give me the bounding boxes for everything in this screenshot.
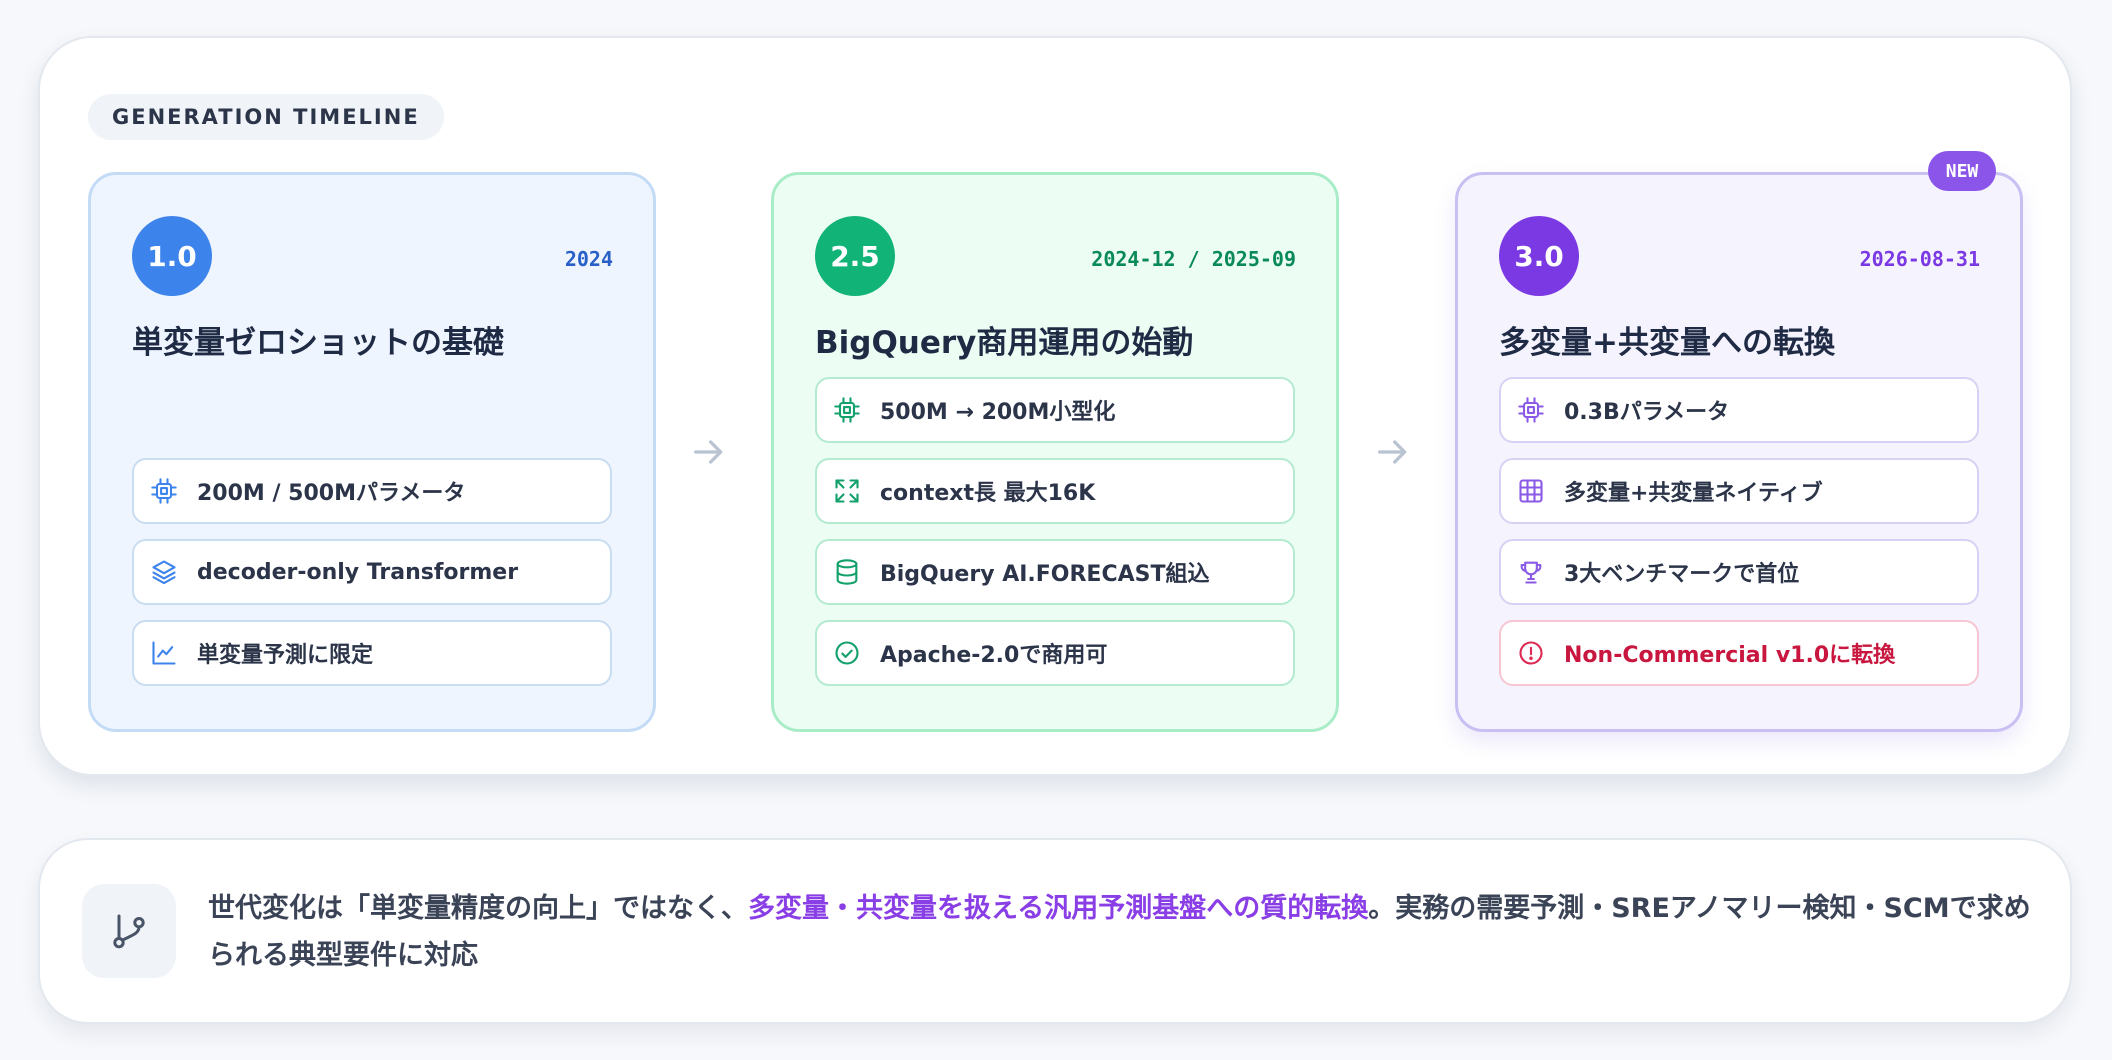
feature-label: 0.3Bパラメータ <box>1564 400 1730 425</box>
feature-item: decoder-only Transformer <box>132 539 612 605</box>
feature-item: 500M → 200M小型化 <box>815 377 1295 443</box>
generation-card-1-0: 1.0 2024 単変量ゼロショットの基礎 200M / 500Mパラメータ d… <box>88 172 656 732</box>
arrow-right-icon <box>1373 432 1413 472</box>
line-chart-icon <box>150 639 178 667</box>
card-title: BigQuery商用運用の始動 <box>815 325 1194 361</box>
new-badge: NEW <box>1928 151 1996 191</box>
git-branch-icon <box>82 884 176 978</box>
cpu-chip-icon <box>1517 396 1545 424</box>
summary-text: 世代変化は「単変量精度の向上」ではなく、多変量・共変量を扱える汎用予測基盤への質… <box>208 885 2048 979</box>
feature-item: Apache-2.0で商用可 <box>815 620 1295 686</box>
database-icon <box>833 558 861 586</box>
feature-label: Non-Commercial v1.0に転換 <box>1564 643 1896 668</box>
generation-card-3-0: 3.0 2026-08-31 多変量+共変量への転換 0.3Bパラメータ 多変量… <box>1455 172 2023 732</box>
feature-label: 多変量+共変量ネイティブ <box>1564 481 1823 506</box>
card-title: 多変量+共変量への転換 <box>1499 325 1835 361</box>
summary-highlight: 多変量・共変量を扱える汎用予測基盤への質的転換 <box>748 893 1369 924</box>
check-circle-icon <box>833 639 861 667</box>
expand-icon <box>833 477 861 505</box>
feature-item: 単変量予測に限定 <box>132 620 612 686</box>
card-title: 単変量ゼロショットの基礎 <box>132 325 504 361</box>
feature-label: Apache-2.0で商用可 <box>880 643 1108 668</box>
feature-item: 0.3Bパラメータ <box>1499 377 1979 443</box>
cpu-chip-icon <box>833 396 861 424</box>
feature-label: 200M / 500Mパラメータ <box>197 481 466 506</box>
version-badge: 1.0 <box>132 216 212 296</box>
version-badge: 3.0 <box>1499 216 1579 296</box>
feature-label: context長 最大16K <box>880 481 1096 506</box>
feature-item: 200M / 500Mパラメータ <box>132 458 612 524</box>
cpu-chip-icon <box>150 477 178 505</box>
section-label: GENERATION TIMELINE <box>88 94 444 140</box>
feature-label: decoder-only Transformer <box>197 559 519 585</box>
feature-list: 0.3Bパラメータ 多変量+共変量ネイティブ 3大ベンチマークで首位 Non-C… <box>1499 377 1979 701</box>
grid-icon <box>1517 477 1545 505</box>
release-date: 2024 <box>564 247 613 271</box>
feature-label: 3大ベンチマークで首位 <box>1564 562 1800 587</box>
feature-item: context長 最大16K <box>815 458 1295 524</box>
feature-item: BigQuery AI.FORECAST組込 <box>815 539 1295 605</box>
alert-circle-icon <box>1517 639 1545 667</box>
arrow-right-icon <box>689 432 729 472</box>
summary-text-before: 世代変化は「単変量精度の向上」ではなく、 <box>208 893 748 924</box>
trophy-icon <box>1517 558 1545 586</box>
feature-item-warning: Non-Commercial v1.0に転換 <box>1499 620 1979 686</box>
feature-item: 多変量+共変量ネイティブ <box>1499 458 1979 524</box>
generation-card-2-5: 2.5 2024-12 / 2025-09 BigQuery商用運用の始動 50… <box>771 172 1339 732</box>
feature-item: 3大ベンチマークで首位 <box>1499 539 1979 605</box>
feature-label: 単変量予測に限定 <box>197 643 374 668</box>
release-date: 2026-08-31 <box>1859 247 1980 271</box>
layers-icon <box>150 558 178 586</box>
feature-label: 500M → 200M小型化 <box>880 400 1116 425</box>
feature-list: 500M → 200M小型化 context長 最大16K BigQuery A… <box>815 377 1295 701</box>
release-date: 2024-12 / 2025-09 <box>1091 247 1296 271</box>
version-badge: 2.5 <box>815 216 895 296</box>
feature-list: 200M / 500Mパラメータ decoder-only Transforme… <box>132 458 612 701</box>
feature-label: BigQuery AI.FORECAST組込 <box>880 562 1210 587</box>
